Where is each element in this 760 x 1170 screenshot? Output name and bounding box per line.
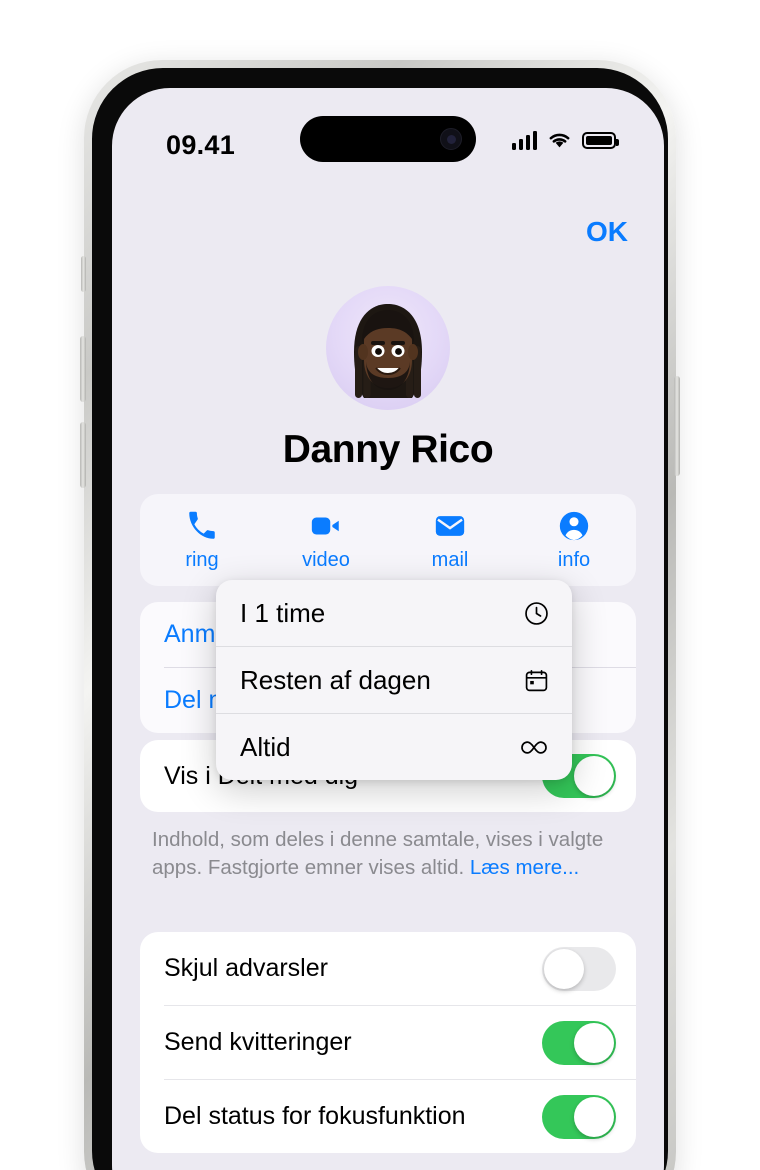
share-focus-status-row[interactable]: Del status for fokusfunktion <box>140 1080 636 1153</box>
duration-popup-menu: I 1 time Resten af dagen Altid <box>216 580 572 780</box>
action-mail[interactable]: mail <box>388 494 512 586</box>
volume-up-button[interactable] <box>80 336 86 402</box>
quick-actions-row: ring video mail info <box>140 494 636 586</box>
send-read-receipts-label: Send kvitteringer <box>164 1028 352 1056</box>
battery-full-icon <box>582 131 619 149</box>
send-read-receipts-toggle[interactable] <box>542 1020 616 1065</box>
action-label: video <box>302 548 350 571</box>
message-settings-group: Skjul advarsler Send kvitteringer Del st… <box>140 932 636 1153</box>
action-label: mail <box>431 548 469 571</box>
action-info[interactable]: info <box>512 494 636 586</box>
popup-item-rest-of-day[interactable]: Resten af dagen <box>216 647 572 713</box>
toggle-knob <box>574 1022 614 1063</box>
status-time: 09.41 <box>166 130 236 160</box>
popup-item-label: Resten af dagen <box>240 664 431 695</box>
front-camera-icon <box>440 128 462 150</box>
calendar-icon <box>518 667 550 694</box>
clock-icon <box>518 600 550 627</box>
learn-more-link[interactable]: Læs mere... <box>470 856 579 879</box>
share-focus-status-label: Del status for fokusfunktion <box>164 1102 466 1130</box>
toggle-knob <box>574 1096 614 1137</box>
popup-item-label: Altid <box>240 731 291 762</box>
wifi-icon <box>549 133 570 148</box>
mail-icon <box>435 515 465 536</box>
phone-icon <box>189 511 215 539</box>
phone-frame: 09.41 OK Danny Rico ring video mail info… <box>80 60 680 1170</box>
screenshot-root: 09.41 OK Danny Rico ring video mail info… <box>0 0 760 1170</box>
toggle-knob <box>574 756 614 796</box>
contact-name: Danny Rico <box>282 428 494 471</box>
action-label: ring <box>185 548 219 571</box>
person-info-icon <box>559 511 589 540</box>
avatar[interactable] <box>326 286 450 410</box>
action-video[interactable]: video <box>264 494 388 586</box>
toggle-knob <box>544 948 584 989</box>
ok-button[interactable]: OK <box>586 216 628 248</box>
infinity-icon <box>518 734 550 761</box>
cellular-bars-icon <box>511 130 537 150</box>
hide-alerts-toggle[interactable] <box>542 946 616 991</box>
silent-switch[interactable] <box>81 256 86 292</box>
volume-down-button[interactable] <box>80 422 86 488</box>
memoji-avatar <box>326 286 450 410</box>
shared-with-you-note: Indhold, som deles i denne samtale, vise… <box>152 826 632 883</box>
popup-item-one-hour[interactable]: I 1 time <box>216 580 572 646</box>
dynamic-island <box>300 116 476 162</box>
action-label: info <box>557 548 591 571</box>
phone-screen: 09.41 OK Danny Rico ring video mail info… <box>112 88 664 1170</box>
power-button[interactable] <box>674 376 680 476</box>
share-focus-status-toggle[interactable] <box>542 1094 616 1139</box>
video-icon <box>311 517 339 534</box>
send-read-receipts-row[interactable]: Send kvitteringer <box>140 1006 636 1079</box>
hide-alerts-row[interactable]: Skjul advarsler <box>140 932 636 1005</box>
contact-details-sheet: OK Danny Rico ring video mail info Anmod… <box>112 188 664 1170</box>
phone-bezel: 09.41 OK Danny Rico ring video mail info… <box>92 68 668 1170</box>
status-indicators <box>511 130 619 150</box>
action-ring[interactable]: ring <box>140 494 264 586</box>
popup-item-label: I 1 time <box>240 597 326 628</box>
hide-alerts-label: Skjul advarsler <box>164 954 328 982</box>
popup-item-always[interactable]: Altid <box>216 714 572 780</box>
